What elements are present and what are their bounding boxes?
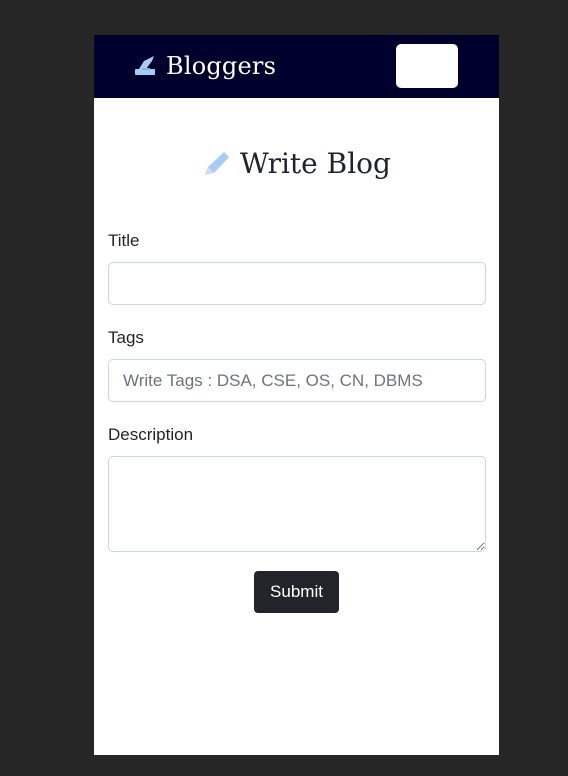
description-label: Description xyxy=(108,425,194,444)
submit-button[interactable]: Submit xyxy=(254,571,339,613)
description-textarea[interactable] xyxy=(108,456,486,552)
pencil-icon xyxy=(202,149,232,179)
navbar-toggle-button[interactable] xyxy=(396,44,458,88)
tags-label: Tags xyxy=(108,328,144,347)
tags-input[interactable] xyxy=(108,359,486,402)
title-label: Title xyxy=(108,231,140,250)
app-frame: Bloggers Write Blog Title Tags Descripti… xyxy=(94,35,499,755)
quill-icon xyxy=(134,55,156,77)
page-title-text: Write Blog xyxy=(240,147,391,180)
title-input[interactable] xyxy=(108,262,486,305)
page-title: Write Blog xyxy=(94,147,499,180)
brand-name: Bloggers xyxy=(166,52,277,80)
navbar-brand[interactable]: Bloggers xyxy=(134,50,276,82)
navbar: Bloggers xyxy=(94,35,499,98)
